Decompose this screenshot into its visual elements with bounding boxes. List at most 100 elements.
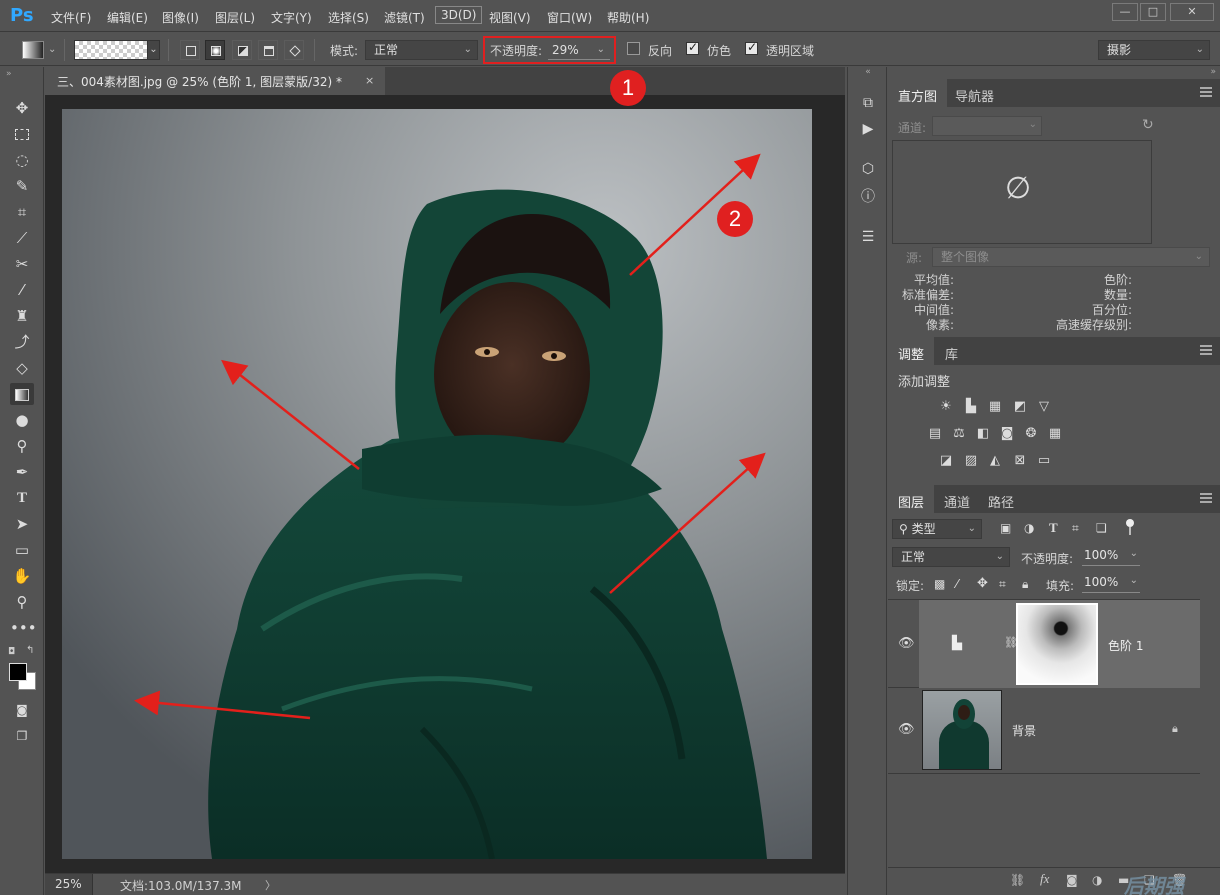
new-adjustment-icon[interactable]: ◑	[1092, 873, 1102, 887]
tab-paths[interactable]: 路径	[978, 485, 1024, 513]
exposure-icon[interactable]: ◩	[1011, 399, 1029, 415]
gradient-map-icon[interactable]: ▭	[1035, 453, 1053, 469]
lock-transparent-icon[interactable]: ▩	[934, 577, 945, 591]
properties-panel-icon[interactable]: ☰	[858, 227, 878, 247]
move-tool-icon[interactable]: ✥	[10, 97, 34, 119]
brush-tool-icon[interactable]: ⁄	[10, 279, 34, 301]
lock-all-icon[interactable]: 🔒︎	[1022, 577, 1028, 592]
posterize-icon[interactable]: ▨	[962, 453, 980, 469]
layer-name[interactable]: 背景	[1012, 722, 1036, 739]
tab-channels[interactable]: 通道	[934, 485, 980, 513]
document-tab[interactable]: 三、004素材图.jpg @ 25% (色阶 1, 图层蒙版/32) * ×	[45, 67, 385, 95]
layer-row-levels[interactable]: 👁︎ ▙ ⛓ 色阶 1	[888, 600, 1200, 688]
color-balance-icon[interactable]: ⚖	[950, 426, 968, 442]
layer-name[interactable]: 色阶 1	[1108, 637, 1143, 654]
lock-image-icon[interactable]: ⁄	[956, 577, 958, 591]
tab-libraries[interactable]: 库	[935, 337, 968, 365]
status-menu-arrow[interactable]: 〉	[265, 877, 276, 893]
menu-3d[interactable]: 3D(D)	[435, 6, 483, 24]
link-layers-icon[interactable]: ⛓	[1010, 873, 1025, 887]
brightness-contrast-icon[interactable]: ☀	[937, 399, 955, 415]
tab-adjustments[interactable]: 调整	[888, 337, 935, 365]
quick-select-tool-icon[interactable]: ✎	[10, 175, 34, 197]
angle-gradient-button[interactable]	[232, 40, 252, 60]
canvas-area[interactable]: 2	[45, 95, 845, 873]
panel-menu-icon[interactable]	[1200, 493, 1212, 503]
more-tools-icon[interactable]: •••	[10, 617, 37, 639]
black-white-icon[interactable]: ◧	[974, 426, 992, 442]
diamond-gradient-button[interactable]	[284, 40, 304, 60]
layer-row-background[interactable]: 👁︎ 背景 🔒︎	[888, 688, 1200, 774]
menu-image[interactable]: 图像(I)	[162, 9, 199, 26]
menu-select[interactable]: 选择(S)	[328, 9, 369, 26]
pen-tool-icon[interactable]: ✒	[10, 461, 34, 483]
radial-gradient-button[interactable]	[205, 40, 225, 60]
screen-mode-icon[interactable]: ❐	[10, 725, 34, 747]
filter-smart-icon[interactable]: ❏	[1096, 521, 1107, 535]
visibility-eye-icon[interactable]: 👁︎	[898, 722, 915, 737]
color-lookup-icon[interactable]: ▦	[1046, 426, 1064, 442]
gradient-picker[interactable]	[74, 40, 148, 60]
filter-toggle-icon[interactable]	[1126, 519, 1136, 535]
3d-panel-icon[interactable]: ⬡	[858, 159, 878, 179]
filter-pixel-icon[interactable]: ▣	[1000, 521, 1011, 535]
source-select[interactable]: 整个图像 ⌄	[932, 247, 1210, 267]
dither-checkbox[interactable]	[686, 40, 699, 55]
eyedropper-tool-icon[interactable]: ⟋	[10, 227, 34, 249]
path-select-tool-icon[interactable]: ➤	[10, 513, 34, 535]
filter-type-icon[interactable]: T	[1049, 520, 1058, 536]
fx-icon[interactable]: fx	[1040, 871, 1049, 887]
default-colors-icon[interactable]: ◘	[8, 647, 15, 657]
photo-filter-icon[interactable]: ◙	[998, 426, 1016, 442]
swap-colors-icon[interactable]: ↰	[26, 645, 34, 656]
blur-tool-icon[interactable]: ●	[10, 409, 34, 431]
levels-icon[interactable]: ▙	[962, 399, 980, 415]
info-panel-icon[interactable]: ⓘ	[858, 187, 878, 207]
foreground-color-swatch[interactable]	[9, 663, 27, 681]
eraser-tool-icon[interactable]: ◇	[10, 357, 34, 379]
fill-field[interactable]: 100% ⌄	[1082, 575, 1140, 593]
transparency-checkbox[interactable]	[745, 40, 758, 55]
hand-tool-icon[interactable]: ✋	[10, 565, 34, 587]
selective-color-icon[interactable]: ⊠	[1011, 453, 1029, 469]
chevron-down-icon[interactable]: ⌄	[48, 44, 56, 55]
menu-file[interactable]: 文件(F)	[51, 9, 91, 26]
close-tab-icon[interactable]: ×	[365, 74, 374, 87]
tool-preset-icon[interactable]	[22, 41, 44, 59]
channel-select[interactable]: ⌄	[932, 116, 1042, 136]
invert-icon[interactable]: ◪	[937, 453, 955, 469]
menu-type[interactable]: 文字(Y)	[271, 9, 312, 26]
restore-button[interactable]: □	[1140, 3, 1166, 21]
layer-mask-thumbnail[interactable]	[1016, 603, 1098, 685]
crop-tool-icon[interactable]: ⌗	[10, 201, 34, 223]
filter-shape-icon[interactable]: ⌗	[1072, 521, 1079, 536]
reflected-gradient-button[interactable]	[258, 40, 278, 60]
stamp-tool-icon[interactable]: ♜	[10, 305, 34, 327]
mode-select[interactable]: 正常 ⌄	[365, 40, 478, 60]
expand-icon[interactable]: «	[848, 67, 888, 77]
lock-position-icon[interactable]: ✥	[977, 576, 988, 591]
panel-menu-icon[interactable]	[1200, 345, 1212, 355]
reverse-checkbox[interactable]	[627, 42, 640, 55]
curves-icon[interactable]: ▦	[986, 399, 1004, 415]
quick-mask-icon[interactable]: ◙	[10, 699, 34, 721]
actions-panel-icon[interactable]: ▶	[858, 119, 878, 139]
history-brush-tool-icon[interactable]: ⤴	[10, 331, 34, 353]
opacity-field[interactable]: 29% ⌄	[548, 41, 610, 60]
layer-opacity-field[interactable]: 100% ⌄	[1082, 548, 1140, 566]
refresh-icon[interactable]: ↻	[1142, 117, 1154, 133]
collapse-icon[interactable]: »	[6, 69, 12, 79]
menu-window[interactable]: 窗口(W)	[547, 9, 592, 26]
rectangle-tool-icon[interactable]: ▭	[10, 539, 34, 561]
filter-adjustment-icon[interactable]: ◑	[1024, 521, 1034, 535]
hue-saturation-icon[interactable]: ▤	[926, 426, 944, 442]
linear-gradient-button[interactable]	[180, 40, 200, 60]
tab-layers[interactable]: 图层	[888, 485, 935, 513]
blend-mode-select[interactable]: 正常 ⌄	[892, 547, 1010, 567]
background-layer-thumbnail[interactable]	[922, 690, 1002, 770]
zoom-tool-icon[interactable]: ⚲	[10, 591, 34, 613]
zoom-level[interactable]: 25%	[45, 874, 93, 895]
lasso-tool-icon[interactable]: ◌	[10, 149, 34, 171]
gradient-dropdown-icon[interactable]: ⌄	[147, 40, 160, 60]
tab-histogram[interactable]: 直方图	[888, 79, 948, 107]
